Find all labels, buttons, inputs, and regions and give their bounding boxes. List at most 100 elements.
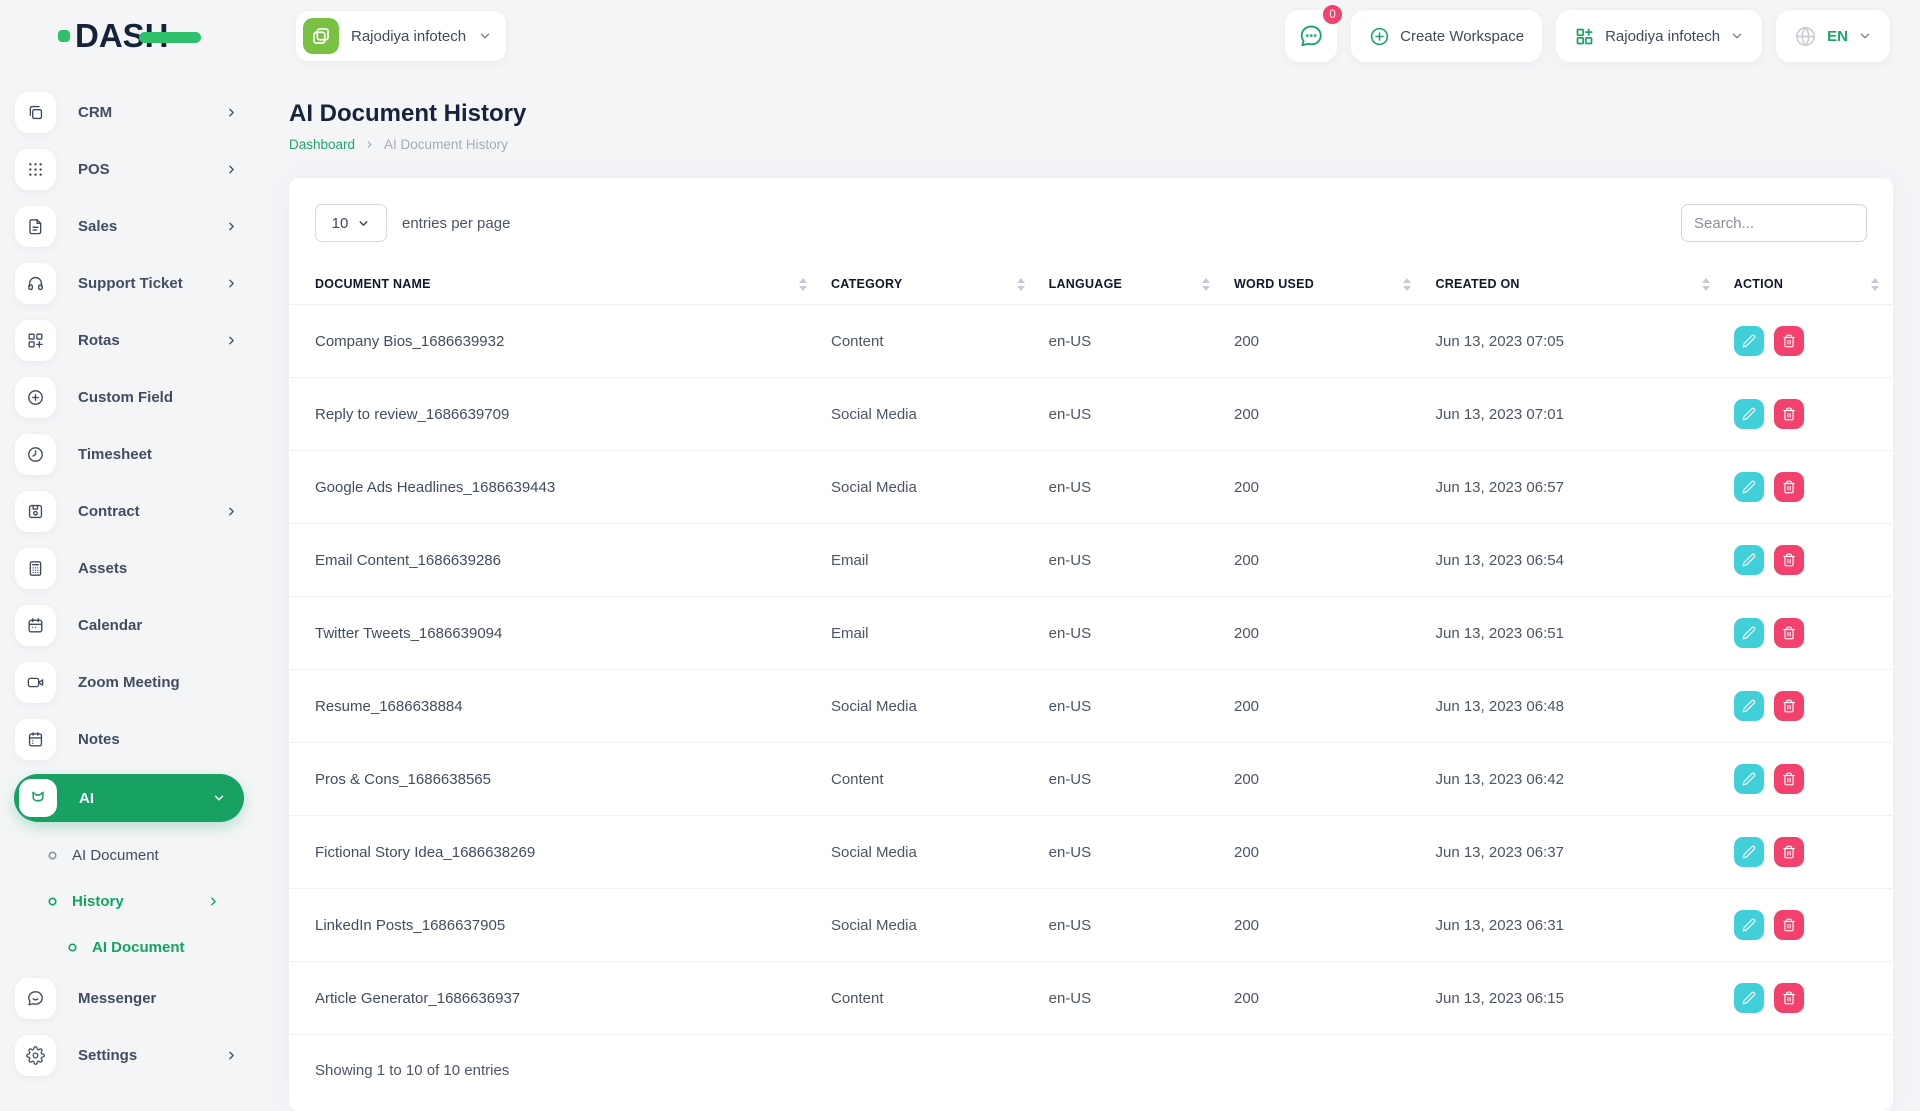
cell-name: Google Ads Headlines_1686639443 (289, 451, 821, 524)
sidebar-item-crm[interactable]: CRM (0, 84, 260, 141)
sidebar-item-history[interactable]: History (0, 878, 260, 924)
chevron-down-icon (478, 29, 492, 43)
sidebar-item-timesheet[interactable]: Timesheet (0, 426, 260, 483)
edit-button[interactable] (1734, 983, 1764, 1013)
language-code: EN (1827, 28, 1848, 45)
column-header-language[interactable]: LANGUAGE (1039, 264, 1224, 305)
trash-icon (1782, 553, 1796, 567)
language-selector[interactable]: EN (1776, 10, 1890, 62)
edit-button[interactable] (1734, 691, 1764, 721)
cell-created-on: Jun 13, 2023 06:31 (1425, 889, 1723, 962)
delete-button[interactable] (1774, 545, 1804, 575)
sidebar-item-notes[interactable]: Notes (0, 711, 260, 768)
sidebar-item-contract[interactable]: Contract (0, 483, 260, 540)
cell-created-on: Jun 13, 2023 06:57 (1425, 451, 1723, 524)
sidebar-item-messenger[interactable]: Messenger (0, 970, 260, 1027)
cell-language: en-US (1039, 816, 1224, 889)
sort-icon[interactable] (1395, 278, 1411, 291)
sidebar: CRM POS Sales Support Ticket Rotas Custo… (0, 72, 260, 1080)
delete-button[interactable] (1774, 618, 1804, 648)
sidebar-item-settings[interactable]: Settings (0, 1027, 260, 1084)
cell-language: en-US (1039, 670, 1224, 743)
table-header: DOCUMENT NAME CATEGORY LANGUAGE WORD USE… (289, 264, 1893, 305)
search-input[interactable] (1681, 204, 1867, 242)
sidebar-item-support-ticket[interactable]: Support Ticket (0, 255, 260, 312)
plus-circle-icon (1369, 26, 1390, 47)
account-menu-button[interactable]: Rajodiya infotech (1556, 10, 1762, 62)
column-header-document-name[interactable]: DOCUMENT NAME (289, 264, 821, 305)
workspace-grid-icon (1574, 26, 1595, 47)
edit-button[interactable] (1734, 472, 1764, 502)
cell-name: Article Generator_1686636937 (289, 962, 821, 1035)
breadcrumb-dashboard-link[interactable]: Dashboard (289, 137, 355, 152)
pos-icon (15, 149, 56, 190)
sidebar-item-sales[interactable]: Sales (0, 198, 260, 255)
delete-button[interactable] (1774, 326, 1804, 356)
trash-icon (1782, 699, 1796, 713)
sidebar-item-calendar[interactable]: Calendar (0, 597, 260, 654)
edit-button[interactable] (1734, 618, 1764, 648)
cell-word-used: 200 (1224, 597, 1426, 670)
ai-icon (19, 779, 57, 817)
cell-actions (1724, 524, 1893, 597)
entries-per-page-select[interactable]: 10 (315, 204, 387, 242)
edit-button[interactable] (1734, 326, 1764, 356)
create-workspace-button[interactable]: Create Workspace (1351, 10, 1542, 62)
delete-button[interactable] (1774, 910, 1804, 940)
sort-icon[interactable] (791, 278, 807, 291)
workspace-switcher[interactable]: Rajodiya infotech (296, 11, 506, 61)
sidebar-item-history-ai-document[interactable]: AI Document (0, 924, 260, 970)
cell-language: en-US (1039, 524, 1224, 597)
cell-category: Social Media (821, 670, 1039, 743)
cell-category: Email (821, 597, 1039, 670)
sidebar-item-ai[interactable]: AI (14, 774, 244, 822)
sort-icon[interactable] (1863, 278, 1879, 291)
edit-button[interactable] (1734, 910, 1764, 940)
column-header-word-used[interactable]: WORD USED (1224, 264, 1426, 305)
header-actions: 0 Create Workspace Rajodiya infotech EN (1285, 10, 1890, 62)
table-row: LinkedIn Posts_1686637905Social Mediaen-… (289, 889, 1893, 962)
delete-button[interactable] (1774, 399, 1804, 429)
edit-button[interactable] (1734, 399, 1764, 429)
cell-word-used: 200 (1224, 451, 1426, 524)
delete-button[interactable] (1774, 983, 1804, 1013)
cell-created-on: Jun 13, 2023 06:54 (1425, 524, 1723, 597)
entries-summary: Showing 1 to 10 of 10 entries (289, 1034, 1893, 1111)
sort-icon[interactable] (1194, 278, 1210, 291)
sort-icon[interactable] (1694, 278, 1710, 291)
sidebar-item-zoom-meeting[interactable]: Zoom Meeting (0, 654, 260, 711)
chevron-right-icon (207, 895, 220, 908)
messages-button[interactable]: 0 (1285, 10, 1337, 62)
sidebar-item-ai-document[interactable]: AI Document (0, 832, 260, 878)
app-logo[interactable]: DASH (58, 17, 201, 55)
sidebar-item-custom-field[interactable]: Custom Field (0, 369, 260, 426)
cell-category: Content (821, 962, 1039, 1035)
column-header-action[interactable]: ACTION (1724, 264, 1893, 305)
sidebar-item-pos[interactable]: POS (0, 141, 260, 198)
delete-button[interactable] (1774, 764, 1804, 794)
cell-name: Reply to review_1686639709 (289, 378, 821, 451)
cell-category: Social Media (821, 451, 1039, 524)
cell-language: en-US (1039, 597, 1224, 670)
sidebar-item-rotas[interactable]: Rotas (0, 312, 260, 369)
table-body: Company Bios_1686639932Contenten-US200Ju… (289, 305, 1893, 1035)
edit-button[interactable] (1734, 545, 1764, 575)
column-header-created-on[interactable]: CREATED ON (1425, 264, 1723, 305)
pencil-icon (1742, 918, 1756, 932)
cell-language: en-US (1039, 378, 1224, 451)
account-menu-label: Rajodiya infotech (1605, 28, 1720, 45)
delete-button[interactable] (1774, 837, 1804, 867)
edit-button[interactable] (1734, 837, 1764, 867)
pencil-icon (1742, 699, 1756, 713)
cell-language: en-US (1039, 743, 1224, 816)
chevron-right-icon (225, 277, 238, 290)
column-header-category[interactable]: CATEGORY (821, 264, 1039, 305)
edit-button[interactable] (1734, 764, 1764, 794)
logo-accent-dot-icon (58, 30, 70, 42)
sidebar-item-assets[interactable]: Assets (0, 540, 260, 597)
sort-icon[interactable] (1009, 278, 1025, 291)
delete-button[interactable] (1774, 691, 1804, 721)
delete-button[interactable] (1774, 472, 1804, 502)
table-row: Reply to review_1686639709Social Mediaen… (289, 378, 1893, 451)
table-row: Fictional Story Idea_1686638269Social Me… (289, 816, 1893, 889)
